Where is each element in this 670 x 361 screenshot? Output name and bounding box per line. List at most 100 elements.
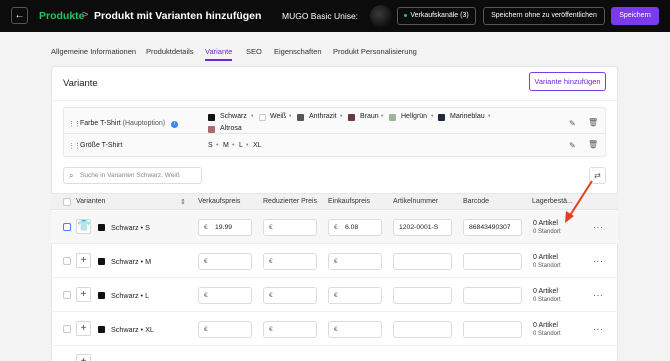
sale-price-input[interactable]: € bbox=[198, 321, 252, 338]
drag-handle-icon[interactable]: ⋮⋮ bbox=[68, 120, 81, 128]
back-button[interactable]: ← bbox=[11, 7, 28, 24]
stock-location: 0 Standort bbox=[533, 229, 561, 235]
color-swatch-anthrazit bbox=[297, 114, 304, 121]
divider bbox=[51, 243, 618, 244]
currency-symbol: € bbox=[334, 258, 338, 265]
stock-count[interactable]: 0 Artikel bbox=[533, 288, 558, 295]
sort-icon[interactable]: ⇕ bbox=[180, 198, 186, 206]
divider bbox=[51, 100, 618, 101]
add-variant-button[interactable]: Variante hinzufügen bbox=[529, 72, 606, 91]
color-swatch-altrosa bbox=[208, 126, 215, 133]
currency-symbol: € bbox=[334, 326, 338, 333]
stock-location: 0 Standort bbox=[533, 331, 561, 337]
option-name-size: Größe T-Shirt bbox=[80, 142, 123, 149]
more-options-icon[interactable]: ··· bbox=[593, 290, 604, 300]
barcode-input[interactable] bbox=[463, 287, 522, 304]
add-image-icon[interactable]: + bbox=[76, 354, 91, 361]
avatar[interactable] bbox=[370, 5, 392, 27]
variant-color: Schwarz bbox=[111, 257, 139, 266]
barcode-input[interactable]: 86843490307 bbox=[463, 219, 522, 236]
variant-color: Schwarz bbox=[111, 325, 139, 334]
add-image-icon[interactable]: + bbox=[76, 321, 91, 336]
color-swatch-marineblau bbox=[438, 114, 445, 121]
variant-size: XL bbox=[145, 325, 154, 334]
sale-price-input[interactable]: € bbox=[198, 253, 252, 270]
option-value: Altrosa bbox=[220, 125, 242, 132]
purchase-price-input[interactable]: €6.08 bbox=[328, 219, 382, 236]
sale-price-input[interactable]: €19.99 bbox=[198, 219, 252, 236]
option-value: Hellgrün bbox=[401, 113, 428, 120]
breadcrumb-root[interactable]: Produkte bbox=[39, 10, 85, 22]
save-button[interactable]: Speichern bbox=[611, 7, 659, 25]
more-options-icon[interactable]: ··· bbox=[593, 324, 604, 334]
sku-input[interactable] bbox=[393, 253, 452, 270]
stock-count[interactable]: 0 Artikel bbox=[533, 254, 558, 261]
pencil-icon[interactable]: ✎ bbox=[569, 119, 576, 128]
variant-size: S bbox=[145, 223, 150, 232]
sku-input[interactable] bbox=[393, 287, 452, 304]
tab-seo[interactable]: SEO bbox=[246, 47, 262, 56]
reduced-price-input[interactable]: € bbox=[263, 287, 317, 304]
tab-product-details[interactable]: Produktdetails bbox=[146, 47, 194, 56]
currency-symbol: € bbox=[269, 292, 273, 299]
trash-icon[interactable]: 🗑 bbox=[588, 118, 598, 127]
tshirt-icon[interactable]: 👕 bbox=[76, 219, 91, 234]
purchase-price-input[interactable]: € bbox=[328, 253, 382, 270]
more-options-icon[interactable]: ··· bbox=[593, 256, 604, 266]
reduced-price-input[interactable]: € bbox=[263, 219, 317, 236]
breadcrumb-separator: > bbox=[82, 9, 89, 21]
option-value: S bbox=[208, 142, 213, 149]
reduced-price-input[interactable]: € bbox=[263, 253, 317, 270]
barcode-value: 86843490307 bbox=[469, 224, 511, 231]
stock-count[interactable]: 0 Artikel bbox=[533, 322, 558, 329]
row-checkbox[interactable] bbox=[63, 257, 71, 265]
stock-count[interactable]: 0 Artikel bbox=[533, 220, 558, 227]
separator-dot: • bbox=[246, 142, 249, 149]
variant-color: Schwarz bbox=[111, 291, 139, 300]
tab-variant[interactable]: Variante bbox=[205, 47, 232, 56]
color-swatch-weiss bbox=[259, 114, 266, 121]
purchase-price-input[interactable]: € bbox=[328, 287, 382, 304]
separator-dot: • bbox=[289, 113, 292, 120]
sale-price-input[interactable]: € bbox=[198, 287, 252, 304]
sales-channels-button[interactable]: Verkaufskanäle (3) bbox=[397, 7, 476, 25]
tab-properties[interactable]: Eigenschaften bbox=[274, 47, 322, 56]
variant-name: Schwarz • L bbox=[111, 291, 150, 300]
variant-name: Schwarz • XL bbox=[111, 325, 154, 334]
separator-dot: • bbox=[232, 142, 235, 149]
purchase-price-input[interactable]: € bbox=[328, 321, 382, 338]
barcode-input[interactable] bbox=[463, 321, 522, 338]
active-tab-indicator bbox=[205, 59, 232, 61]
separator-dot: • bbox=[340, 113, 343, 120]
row-checkbox[interactable] bbox=[63, 223, 71, 231]
option-value: Schwarz bbox=[220, 113, 247, 120]
add-image-icon[interactable]: + bbox=[76, 287, 91, 302]
option-value: Anthrazit bbox=[309, 113, 337, 120]
info-icon[interactable]: i bbox=[171, 121, 178, 128]
row-checkbox[interactable] bbox=[63, 291, 71, 299]
drag-handle-icon[interactable]: ⋮⋮ bbox=[68, 142, 81, 150]
top-bar: ← Produkte > Produkt mit Varianten hinzu… bbox=[0, 0, 670, 32]
tab-general-info[interactable]: Allgemeine Informationen bbox=[51, 47, 136, 56]
row-checkbox[interactable] bbox=[63, 325, 71, 333]
variant-search-input[interactable]: ⌕ Suche in Varianten Schwarz, Weiß bbox=[63, 167, 202, 184]
column-header: Verkaufspreis bbox=[198, 198, 241, 205]
store-name: MUGO Basic Unise: bbox=[282, 11, 359, 21]
variant-size: L bbox=[145, 291, 150, 300]
search-placeholder: Suche in Varianten Schwarz, Weiß bbox=[80, 172, 180, 179]
option-name-label: Farbe T-Shirt bbox=[80, 120, 121, 127]
tab-personalization[interactable]: Produkt Personalisierung bbox=[333, 47, 417, 56]
color-swatch-hellgruen bbox=[389, 114, 396, 121]
barcode-input[interactable] bbox=[463, 253, 522, 270]
sales-channels-label: Verkaufskanäle (3) bbox=[410, 12, 469, 19]
save-without-publish-button[interactable]: Speichern ohne zu veröffentlichen bbox=[483, 7, 605, 25]
color-swatch-schwarz bbox=[208, 114, 215, 121]
trash-icon[interactable]: 🗑 bbox=[588, 140, 598, 149]
sku-input[interactable]: 1202-0001-S bbox=[393, 219, 452, 236]
sku-input[interactable] bbox=[393, 321, 452, 338]
add-image-icon[interactable]: + bbox=[76, 253, 91, 268]
pencil-icon[interactable]: ✎ bbox=[569, 141, 576, 150]
currency-symbol: € bbox=[204, 326, 208, 333]
reduced-price-input[interactable]: € bbox=[263, 321, 317, 338]
select-all-checkbox[interactable] bbox=[63, 198, 71, 206]
